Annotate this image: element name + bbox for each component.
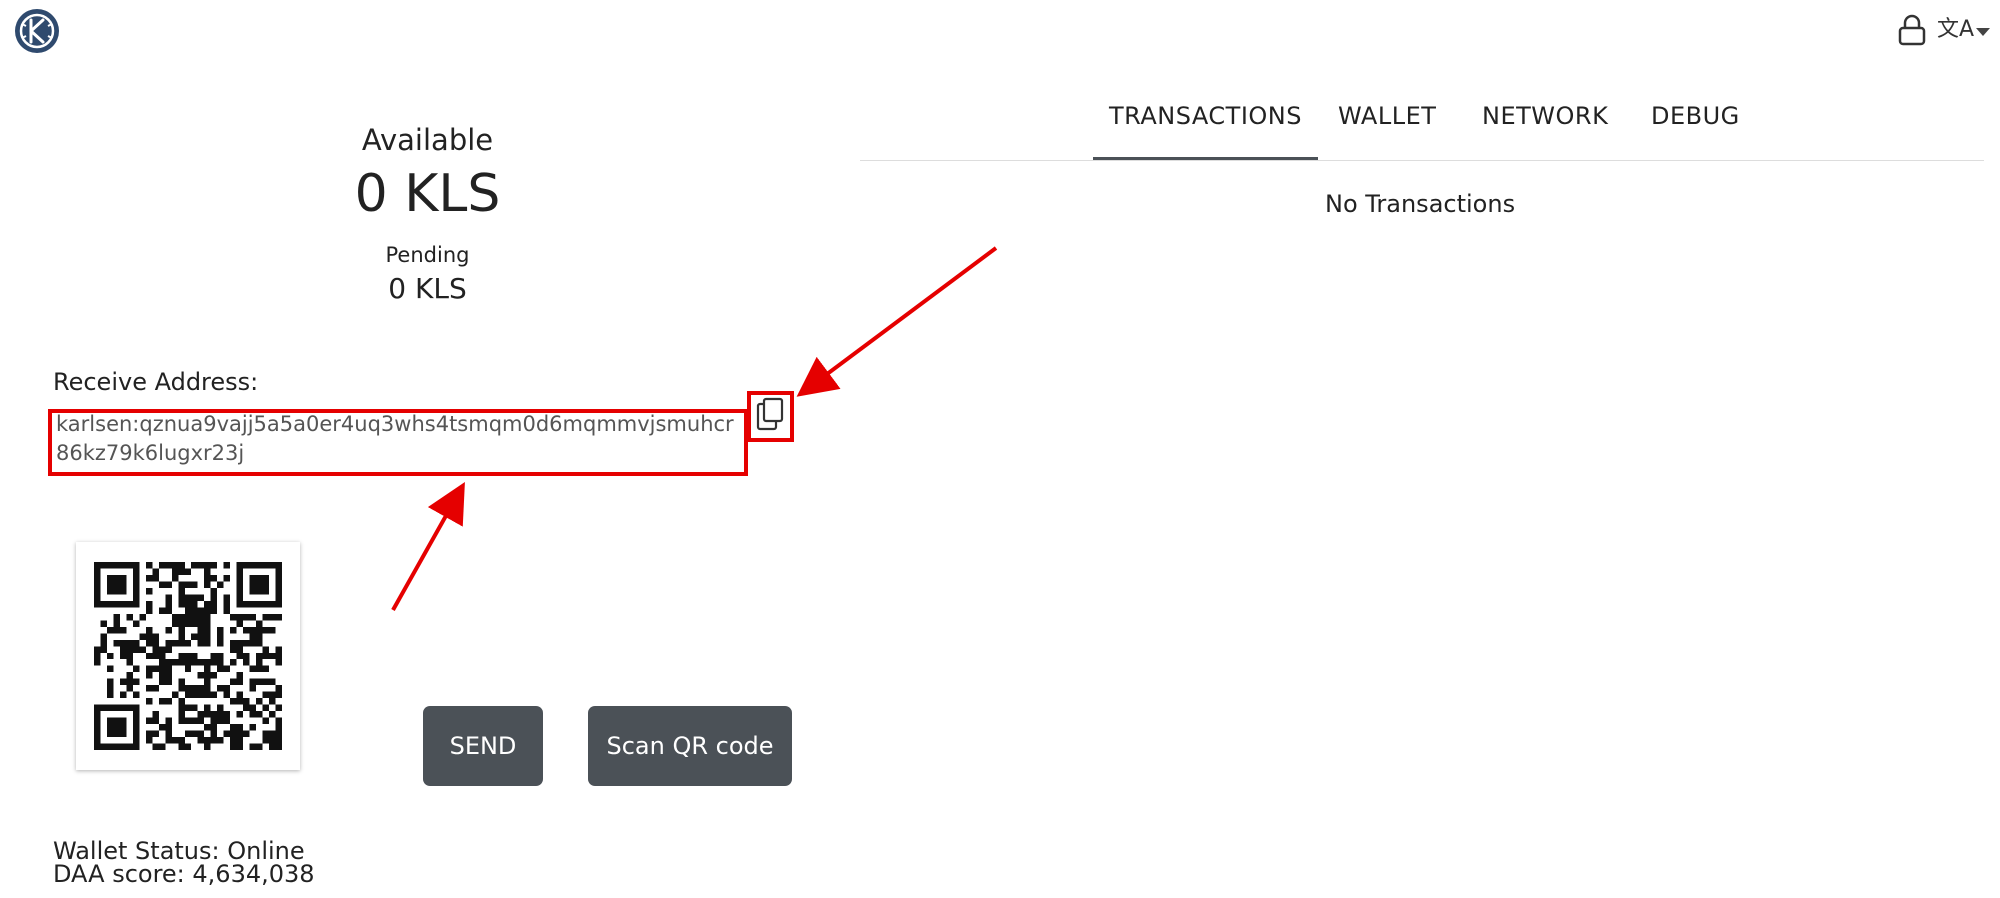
karlsen-logo-icon[interactable]	[14, 8, 60, 54]
no-transactions-message: No Transactions	[1325, 190, 1516, 218]
receive-address-label: Receive Address:	[53, 368, 259, 396]
language-selector[interactable]: 文A	[1937, 19, 1990, 41]
daa-score: DAA score: 4,634,038	[53, 860, 315, 888]
chevron-down-icon	[1976, 28, 1990, 36]
tab-wallet[interactable]: WALLET	[1338, 102, 1436, 130]
pending-value: 0 KLS	[388, 272, 467, 305]
tab-debug[interactable]: DEBUG	[1651, 102, 1740, 130]
receive-address[interactable]: karlsen:qznua9vajj5a5a0er4uq3whs4tsmqm0d…	[56, 410, 746, 468]
tab-transactions[interactable]: TRANSACTIONS	[1093, 102, 1318, 160]
tab-network[interactable]: NETWORK	[1482, 102, 1608, 130]
available-label: Available	[361, 123, 494, 157]
translate-icon: 文A	[1936, 17, 1974, 42]
header-controls: 文A	[1897, 14, 1990, 46]
balance-panel: Available 0 KLS Pending 0 KLS	[300, 120, 555, 308]
available-value: 0 KLS	[354, 164, 501, 224]
arrow-to-address	[391, 482, 465, 611]
pending-label: Pending	[385, 243, 470, 267]
send-button[interactable]: SEND	[423, 706, 543, 786]
main-tabs: TRANSACTIONS WALLET NETWORK DEBUG	[860, 88, 1984, 161]
copy-icon[interactable]	[753, 395, 787, 433]
receive-qr-code	[76, 542, 300, 770]
arrow-to-copy	[796, 246, 998, 397]
scan-qr-button[interactable]: Scan QR code	[588, 706, 792, 786]
lock-icon[interactable]	[1897, 14, 1927, 46]
wallet-status-panel: Wallet Status: Online DAA score: 4,634,0…	[53, 839, 315, 888]
